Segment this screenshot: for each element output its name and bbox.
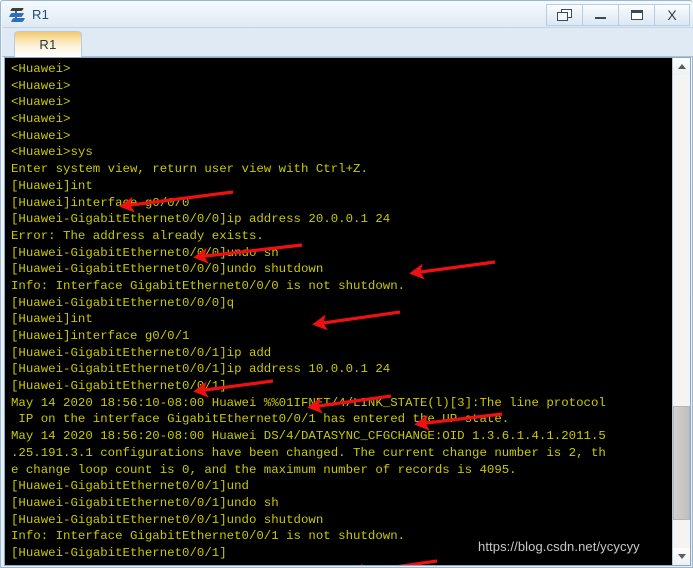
maximize-icon — [630, 10, 643, 20]
terminal-panel: <Huawei> <Huawei> <Huawei> <Huawei> <Huawei>… — [4, 57, 691, 566]
terminal-console[interactable]: <Huawei> <Huawei> <Huawei> <Huawei> <Huawei>… — [5, 58, 672, 565]
terminal-line: <Huawei> — [11, 128, 71, 143]
restore-windows-button[interactable] — [546, 4, 582, 26]
close-icon: X — [667, 7, 677, 23]
terminal-line: [Huawei]int — [11, 312, 93, 327]
terminal-line: <Huawei> — [11, 78, 71, 93]
cascade-windows-icon — [557, 8, 572, 22]
window-title: R1 — [32, 7, 50, 22]
terminal-line: IP on the interface GigabitEthernet0/0/1… — [11, 412, 510, 427]
terminal-line: [Huawei-GigabitEthernet0/0/0]ip address … — [11, 212, 391, 227]
minimize-button[interactable] — [582, 4, 618, 26]
terminal-line: [Huawei-GigabitEthernet0/0/1]undo sh — [11, 495, 279, 510]
scroll-up-button[interactable] — [673, 58, 690, 75]
titlebar: R1 X — [2, 2, 693, 28]
terminal-line: <Huawei> — [11, 112, 71, 127]
terminal-line: [Huawei-GigabitEthernet0/0/0]q — [11, 295, 235, 310]
tab-r1[interactable]: R1 — [14, 31, 82, 57]
scrollbar-thumb[interactable] — [673, 406, 690, 520]
terminal-line: [Huawei]interface g0/0/0 — [11, 195, 190, 210]
terminal-line: [Huawei]interface g0/0/1 — [11, 329, 190, 343]
terminal-line: [Huawei]int — [11, 178, 93, 193]
tab-strip: R1 — [2, 28, 693, 57]
terminal-line: May 14 2020 18:56:20-08:00 Huawei DS/4/D… — [11, 429, 606, 444]
scroll-down-button[interactable] — [673, 548, 690, 565]
chevron-up-icon — [677, 64, 686, 69]
watermark: https://blog.csdn.net/ycycyy — [478, 539, 640, 554]
tab-label: R1 — [39, 37, 57, 52]
terminal-line: [Huawei-GigabitEthernet0/0/1]ip address … — [11, 362, 391, 377]
terminal-line: [Huawei-GigabitEthernet0/0/1]und — [11, 479, 249, 494]
terminal-line: e change loop count is 0, and the maximu… — [11, 462, 517, 477]
terminal-line: .25.191.3.1 configurations have been cha… — [11, 445, 606, 460]
window-controls: X — [546, 4, 690, 26]
terminal-line: Info: Interface GigabitEthernet0/0/0 is … — [11, 278, 406, 293]
minimize-icon — [595, 17, 606, 19]
terminal-line: [Huawei-GigabitEthernet0/0/0]undo sh — [11, 245, 279, 260]
terminal-line: Error: The address already exists. — [11, 228, 264, 243]
vertical-scrollbar[interactable] — [672, 58, 690, 565]
terminal-line: [Huawei-GigabitEthernet0/0/1]ip add — [11, 345, 272, 360]
chevron-down-icon — [677, 554, 686, 559]
router-icon — [8, 6, 27, 24]
terminal-line: <Huawei> — [11, 62, 71, 76]
terminal-line: <Huawei>sys — [11, 145, 93, 160]
close-button[interactable]: X — [654, 4, 690, 26]
terminal-line: [Huawei-GigabitEthernet0/0/1] — [11, 379, 227, 394]
terminal-output: <Huawei> <Huawei> <Huawei> <Huawei> <Huawei>… — [11, 61, 606, 562]
scrollbar-track[interactable] — [673, 75, 690, 548]
terminal-line: [Huawei-GigabitEthernet0/0/1]undo shutdo… — [11, 512, 324, 527]
terminal-line: [Huawei-GigabitEthernet0/0/0]undo shutdo… — [11, 262, 324, 277]
maximize-button[interactable] — [618, 4, 654, 26]
terminal-line: May 14 2020 18:56:10-08:00 Huawei %%01IF… — [11, 395, 606, 410]
terminal-line: <Huawei> — [11, 95, 71, 110]
terminal-line: Enter system view, return user view with… — [11, 162, 368, 177]
router-cli-window: R1 X R1 <Huawei> <Huawei> <Huawei> <Huawei>… — [0, 0, 693, 568]
